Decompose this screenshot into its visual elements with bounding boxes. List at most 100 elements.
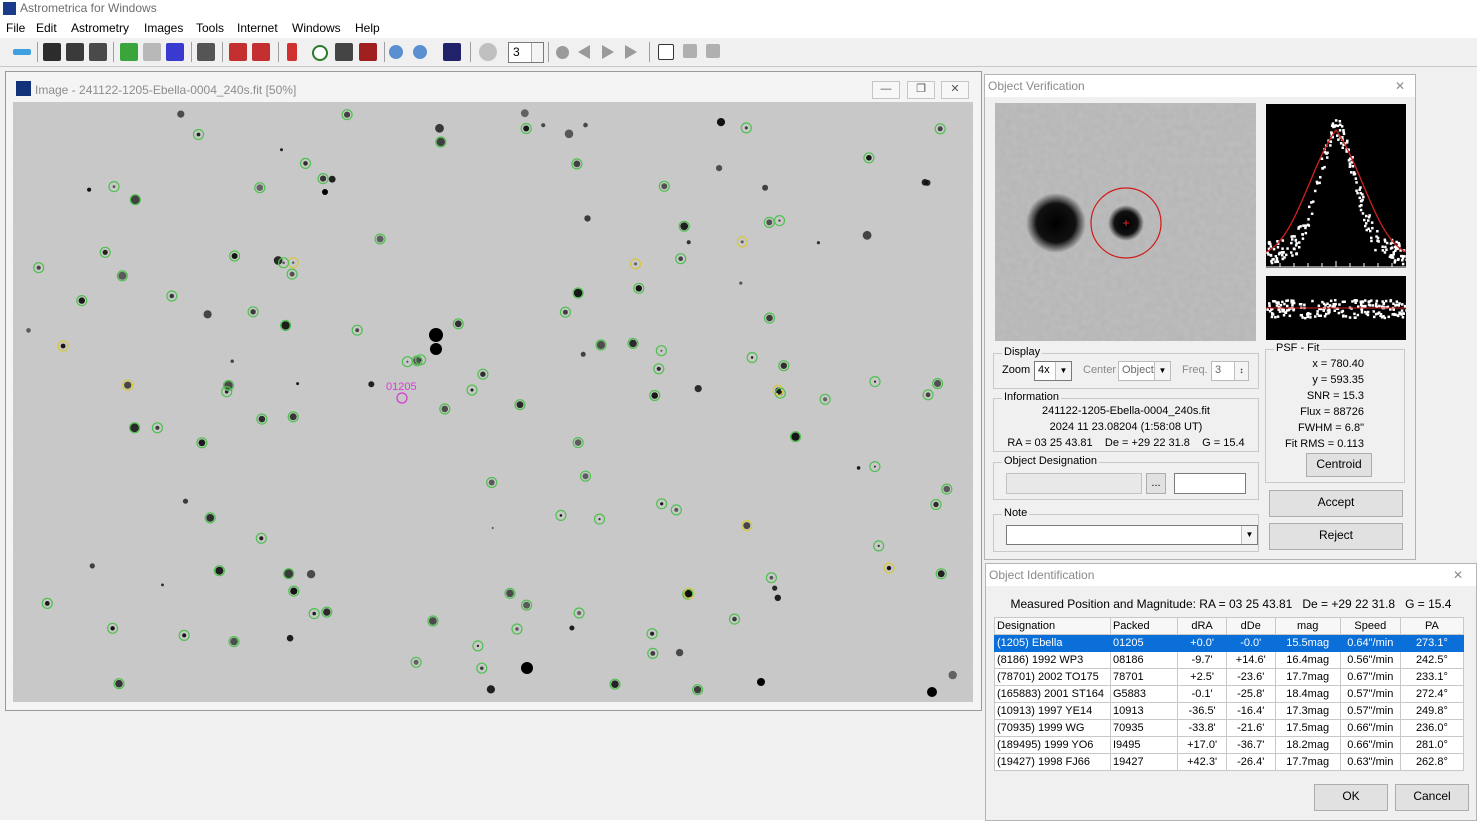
data-reduction-icon[interactable] xyxy=(120,43,138,61)
zoom-view[interactable] xyxy=(995,103,1256,341)
star xyxy=(817,241,820,244)
moving-objects-icon[interactable] xyxy=(166,43,184,61)
next-icon[interactable] xyxy=(602,45,614,59)
image-window[interactable]: Image - 241122-1205-Ebella-0004_240s.fit… xyxy=(5,71,982,711)
residual-point xyxy=(1304,317,1307,320)
residual-point xyxy=(1402,316,1405,319)
table-row[interactable]: (189495) 1999 YO6I9495+17.0'-36.7'18.2ma… xyxy=(995,737,1464,754)
magnifier-icon[interactable] xyxy=(658,44,674,60)
graph-icon[interactable] xyxy=(335,43,353,61)
restore-button[interactable]: ❐ xyxy=(907,81,935,99)
star-map-icon[interactable] xyxy=(359,43,377,61)
load-flat-icon[interactable] xyxy=(89,43,107,61)
psf-point xyxy=(1283,256,1286,259)
toolbar-separator xyxy=(191,42,192,62)
table-row[interactable]: (19427) 1998 FJ6619427+42.3'-26.4'17.7ma… xyxy=(995,754,1464,771)
color-marker-icon[interactable] xyxy=(287,43,297,61)
menu-images[interactable]: Images xyxy=(144,21,183,35)
table-row[interactable]: (78701) 2002 TO17578701+2.5'-23.6'17.7ma… xyxy=(995,669,1464,686)
info-time: 2024 11 23.08204 (1:58:08 UT) xyxy=(994,421,1258,433)
delete-all-icon[interactable] xyxy=(252,43,270,61)
box-select-icon[interactable] xyxy=(706,44,720,58)
load-dark-icon[interactable] xyxy=(66,43,84,61)
table-row[interactable]: (165883) 2001 ST164G5883-0.1'-25.8'18.4m… xyxy=(995,686,1464,703)
psf-fit-rms: Fit RMS = 0.113 xyxy=(1285,438,1364,450)
note-group-label: Note xyxy=(1002,507,1029,519)
reject-button[interactable]: Reject xyxy=(1269,523,1403,550)
minimize-button[interactable]: — xyxy=(872,81,900,99)
zoom-out-icon[interactable] xyxy=(413,45,427,59)
zoom-in-icon[interactable] xyxy=(389,45,403,59)
centroid-button[interactable]: Centroid xyxy=(1306,453,1372,477)
previous-icon[interactable] xyxy=(578,45,590,59)
verification-title-bar[interactable]: Object Verification ✕ xyxy=(985,75,1415,97)
known-objects-icon[interactable] xyxy=(143,43,161,61)
connect-icon[interactable] xyxy=(13,49,31,55)
accept-button[interactable]: Accept xyxy=(1269,490,1403,517)
close-icon[interactable]: ✕ xyxy=(1453,568,1463,582)
psf-point xyxy=(1339,120,1342,123)
column-mag[interactable]: mag xyxy=(1275,618,1340,635)
psf-point xyxy=(1364,225,1367,228)
zoom-select[interactable]: 4x ▼ xyxy=(1034,361,1072,381)
image-window-title-bar[interactable]: Image - 241122-1205-Ebella-0004_240s.fit… xyxy=(6,72,981,102)
menu-help[interactable]: Help xyxy=(355,21,380,35)
table-row[interactable]: (10913) 1997 YE1410913-36.5'-16.4'17.3ma… xyxy=(995,703,1464,720)
star xyxy=(506,590,514,598)
table-row[interactable]: (1205) Ebella01205+0.0'-0.0'15.5mag0.64"… xyxy=(995,635,1464,652)
table-row[interactable]: (70935) 1999 WG70935-33.8'-21.6'17.5mag0… xyxy=(995,720,1464,737)
center-select[interactable]: Object ▼ xyxy=(1118,361,1171,381)
image-settings-icon[interactable] xyxy=(443,43,461,61)
column-dde[interactable]: dDe xyxy=(1226,618,1275,635)
menu-internet[interactable]: Internet xyxy=(237,21,278,35)
frame-stepper[interactable]: 3 xyxy=(508,42,544,63)
column-packed[interactable]: Packed xyxy=(1110,618,1177,635)
star xyxy=(857,466,861,470)
designation-field[interactable] xyxy=(1006,473,1142,494)
psf-point xyxy=(1277,246,1280,249)
column-dra[interactable]: dRA xyxy=(1178,618,1227,635)
column-pa[interactable]: PA xyxy=(1400,618,1463,635)
table-row[interactable]: (8186) 1992 WP308186-9.7'+14.6'16.4mag0.… xyxy=(995,652,1464,669)
psf-point xyxy=(1397,259,1400,262)
blink-icon[interactable] xyxy=(197,43,215,61)
residual-point xyxy=(1285,300,1288,303)
psf-point xyxy=(1301,233,1304,236)
column-speed[interactable]: Speed xyxy=(1340,618,1400,635)
menu-edit[interactable]: Edit xyxy=(36,21,57,35)
spin-icon[interactable]: ↕ xyxy=(1234,362,1248,380)
freq-stepper[interactable]: 3 ↕ xyxy=(1211,361,1249,381)
frame-spin-buttons[interactable] xyxy=(531,43,543,62)
menu-tools[interactable]: Tools xyxy=(196,21,224,35)
crosshair-icon[interactable] xyxy=(683,44,697,58)
chevron-down-icon[interactable]: ▼ xyxy=(1154,362,1170,380)
menu-astrometry[interactable]: Astrometry xyxy=(71,21,129,35)
delete-icon[interactable] xyxy=(229,43,247,61)
chevron-down-icon[interactable]: ▼ xyxy=(1241,526,1257,544)
menu-file[interactable]: File xyxy=(6,21,25,35)
menu-windows[interactable]: Windows xyxy=(292,21,341,35)
psf-point xyxy=(1377,237,1380,240)
star xyxy=(866,155,872,161)
star-field-image[interactable]: 01205 xyxy=(13,102,973,702)
ok-button[interactable]: OK xyxy=(1314,784,1388,811)
browse-button[interactable]: ... xyxy=(1146,473,1166,494)
identification-table[interactable]: Designation Packed dRA dDe mag Speed PA … xyxy=(994,617,1464,771)
stop-icon[interactable] xyxy=(556,46,569,59)
play-icon[interactable] xyxy=(625,45,637,59)
psf-point xyxy=(1337,138,1340,141)
load-images-icon[interactable] xyxy=(43,43,61,61)
close-button[interactable]: ✕ xyxy=(941,81,969,99)
psf-point xyxy=(1307,224,1310,227)
star xyxy=(565,130,574,139)
column-designation[interactable]: Designation xyxy=(995,618,1111,635)
app-title-bar: Astrometrica for Windows xyxy=(0,0,1477,18)
note-select[interactable]: ▼ xyxy=(1006,525,1258,545)
circle-icon[interactable] xyxy=(312,45,328,61)
cancel-button[interactable]: Cancel xyxy=(1395,784,1469,811)
chevron-down-icon[interactable]: ▼ xyxy=(1055,362,1071,380)
animate-icon[interactable] xyxy=(479,43,497,61)
close-icon[interactable]: ✕ xyxy=(1395,79,1405,93)
designation-code-field[interactable] xyxy=(1174,473,1246,494)
identification-title-bar[interactable]: Object Identification ✕ xyxy=(986,564,1476,586)
